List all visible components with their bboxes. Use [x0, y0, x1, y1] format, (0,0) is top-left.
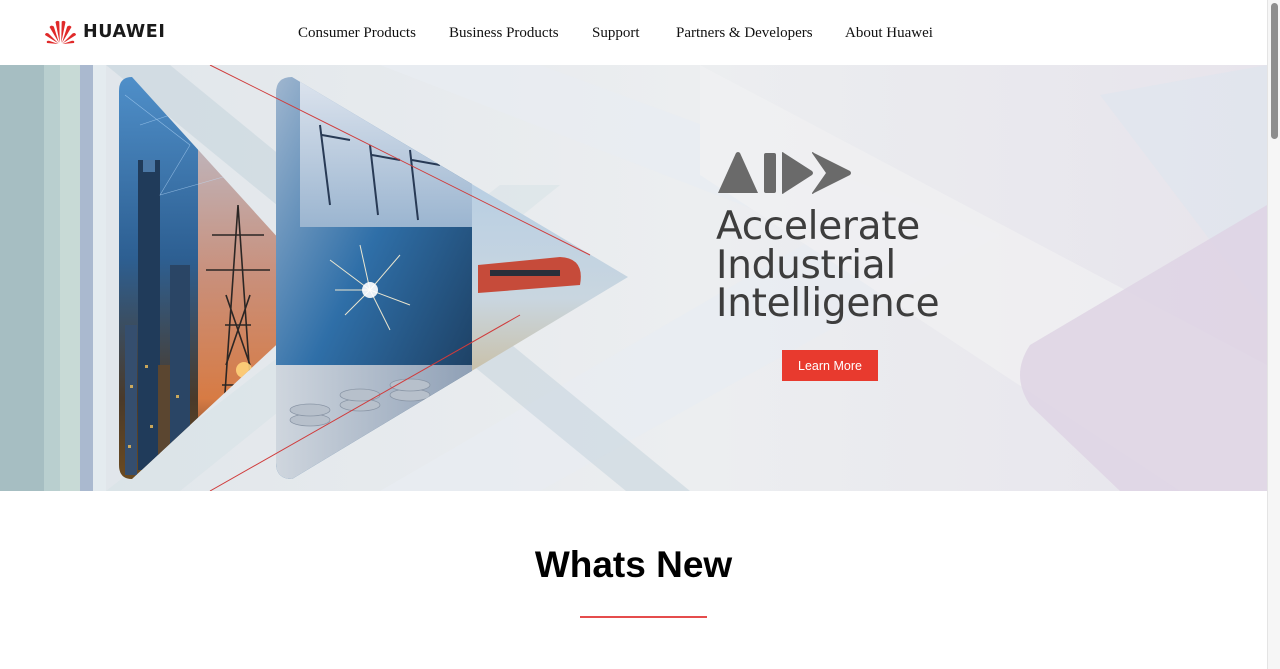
hero-headline: Accelerate Industrial Intelligence	[716, 204, 940, 326]
nav-about-huawei[interactable]: About Huawei	[845, 25, 933, 42]
nav-consumer-products[interactable]: Consumer Products	[298, 25, 416, 42]
hero-banner: Accelerate Industrial Intelligence Learn…	[0, 65, 1267, 491]
huawei-logo[interactable]: HUAWEI	[44, 19, 165, 44]
huawei-petal-icon	[45, 20, 76, 44]
vertical-scrollbar[interactable]	[1267, 0, 1280, 669]
brand-name: HUAWEI	[83, 21, 166, 42]
learn-more-button[interactable]: Learn More	[782, 350, 878, 381]
ai-play-mark-icon	[718, 152, 851, 194]
hero-headline-line: Intelligence	[716, 281, 940, 326]
nav-partners-developers[interactable]: Partners & Developers	[676, 25, 813, 42]
nav-business-products[interactable]: Business Products	[449, 25, 559, 42]
nav-support[interactable]: Support	[592, 25, 640, 42]
hero-headline-line: Accelerate	[716, 204, 920, 249]
hero-headline-line: Industrial	[716, 242, 896, 288]
hero-artwork	[0, 65, 1267, 491]
section-title-underline	[580, 616, 707, 618]
scrollbar-thumb[interactable]	[1271, 3, 1278, 139]
section-title: Whats New	[534, 544, 733, 585]
site-header: HUAWEI Consumer Products Business Produc…	[0, 0, 1267, 65]
